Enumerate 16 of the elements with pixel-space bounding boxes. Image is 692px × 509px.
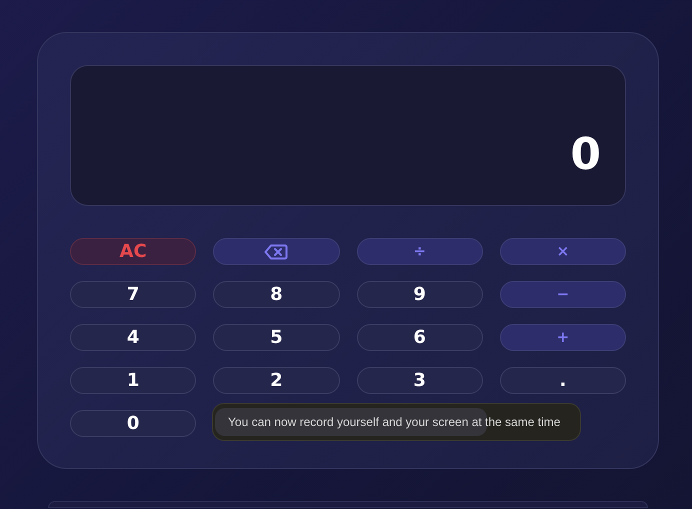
display-value: 0 bbox=[570, 133, 601, 177]
digit-key[interactable]: 0 bbox=[70, 410, 196, 437]
toast-message: You can now record yourself and your screen at the same time bbox=[228, 414, 560, 431]
backspace-button[interactable] bbox=[213, 238, 340, 265]
digit-key[interactable]: 2 bbox=[213, 367, 340, 394]
clear-button[interactable]: AC bbox=[70, 238, 196, 265]
digit-key[interactable]: 4 bbox=[70, 324, 196, 351]
digit-key[interactable]: 7 bbox=[70, 281, 196, 308]
digit-key[interactable]: 9 bbox=[356, 281, 483, 308]
digit-key[interactable]: 3 bbox=[356, 367, 483, 394]
digit-key[interactable]: 6 bbox=[356, 324, 483, 351]
digit-key[interactable]: 1 bbox=[70, 367, 196, 394]
digit-key[interactable]: . bbox=[500, 367, 626, 394]
digit-key[interactable]: 5 bbox=[213, 324, 340, 351]
backspace-icon bbox=[264, 244, 288, 260]
digit-key[interactable]: 8 bbox=[213, 281, 340, 308]
